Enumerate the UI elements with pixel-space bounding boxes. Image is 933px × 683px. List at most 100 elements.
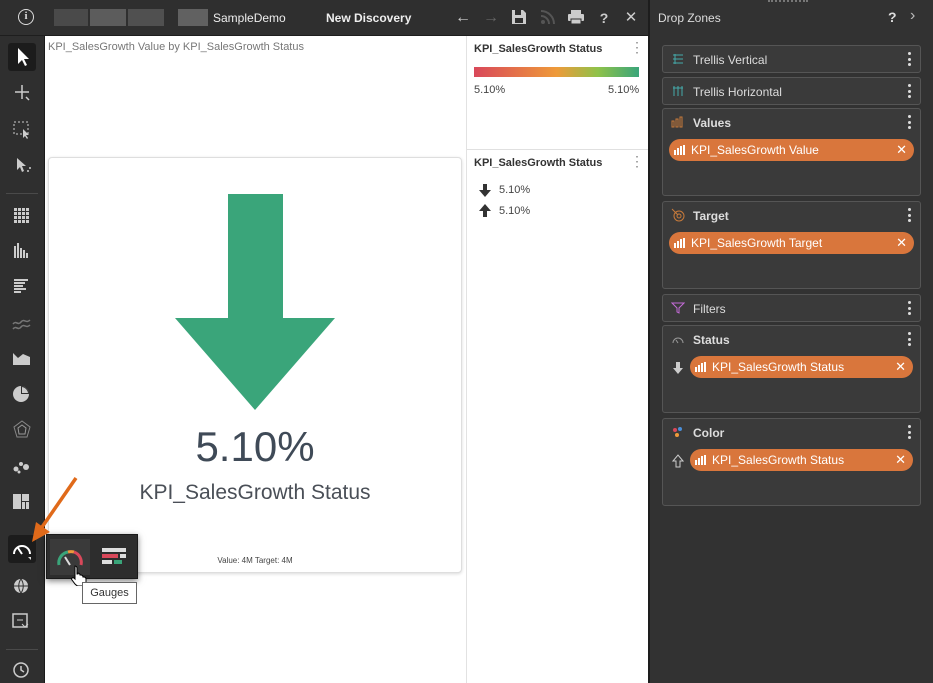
drop-zones-title: Drop Zones [658, 11, 721, 25]
drop-zone-target[interactable]: Target KPI_SalesGrowth Target ✕ [662, 201, 921, 289]
zone-label: Target [693, 209, 729, 223]
annotation-arrow [32, 477, 78, 542]
discovery-toolbar: i SampleDemo New Discovery ← → ? ✕ [0, 0, 648, 36]
discovery-title[interactable]: New Discovery [326, 11, 411, 25]
zone-label: Values [693, 116, 732, 130]
map-chart-icon[interactable] [8, 572, 36, 600]
filter-icon [671, 302, 685, 314]
zone-label: Trellis Vertical [693, 53, 768, 67]
column-chart-icon[interactable] [8, 237, 36, 265]
status-item-label: 5.10% [499, 184, 531, 196]
arrow-down-icon [673, 362, 683, 374]
zone-menu-icon[interactable] [908, 52, 912, 68]
kpi-value: 5.10% [195, 423, 315, 470]
info-icon[interactable]: i [18, 9, 34, 25]
pointer-tool-icon[interactable] [8, 43, 36, 71]
drop-zone-color[interactable]: Color KPI_SalesGrowth Status ✕ [662, 418, 921, 506]
chip-label: KPI_SalesGrowth Status [712, 360, 845, 374]
toolbar-divider [6, 193, 38, 194]
zone-label: Status [693, 333, 730, 347]
pointer-select-icon[interactable] [8, 151, 36, 179]
resize-grip[interactable] [768, 0, 808, 2]
legend-panel: KPI_SalesGrowth Status ⋮ 5.10% 5.10% KPI… [466, 36, 649, 683]
close-icon[interactable]: ✕ [621, 8, 641, 28]
drop-zone-values[interactable]: Values KPI_SalesGrowth Value ✕ [662, 108, 921, 196]
zone-label: Trellis Horizontal [693, 85, 782, 99]
drop-zones-panel: Drop Zones ? › Trellis Vertical Trellis … [648, 0, 933, 683]
select-region-icon[interactable] [8, 115, 36, 143]
chip-label: KPI_SalesGrowth Target [691, 236, 823, 250]
zone-menu-icon[interactable] [908, 332, 912, 348]
status-legend-title: KPI_SalesGrowth Status [474, 157, 603, 169]
collapse-chevron-icon[interactable]: › [910, 7, 915, 25]
gradient-min: 5.10% [474, 84, 506, 96]
measure-icon [674, 145, 685, 155]
drop-zone-trellis-vertical[interactable]: Trellis Vertical [662, 45, 921, 73]
redacted-block [90, 9, 126, 26]
bar-chart-icon[interactable] [8, 273, 36, 301]
values-icon [671, 116, 683, 128]
back-arrow-icon[interactable]: ← [453, 8, 473, 28]
save-icon[interactable] [509, 8, 529, 28]
target-icon [671, 208, 685, 222]
settings-icon[interactable] [8, 656, 36, 683]
forward-arrow-icon[interactable]: → [481, 8, 501, 28]
zone-menu-icon[interactable] [908, 115, 912, 131]
field-chip[interactable]: KPI_SalesGrowth Status ✕ [690, 356, 913, 378]
drop-zone-status[interactable]: Status KPI_SalesGrowth Status ✕ [662, 325, 921, 413]
field-chip[interactable]: KPI_SalesGrowth Value ✕ [669, 139, 914, 161]
help-icon[interactable]: ? [888, 9, 897, 25]
line-chart-icon[interactable] [8, 309, 36, 337]
remove-chip-icon[interactable]: ✕ [896, 232, 907, 254]
trellis-vertical-icon [673, 54, 683, 64]
measure-icon [695, 362, 706, 372]
arrow-down-icon [479, 184, 491, 197]
app-name: SampleDemo [213, 11, 286, 25]
redacted-block [128, 9, 164, 26]
legend-menu-icon[interactable]: ⋮ [630, 154, 644, 168]
remove-chip-icon[interactable]: ✕ [895, 449, 906, 471]
kpi-card[interactable]: 5.10% KPI_SalesGrowth Status Value: 4M T… [48, 157, 462, 573]
color-palette-icon [673, 427, 682, 437]
gauges-tooltip: Gauges [82, 582, 137, 604]
pie-chart-icon[interactable] [8, 380, 36, 408]
chip-label: KPI_SalesGrowth Status [712, 453, 845, 467]
chart-toolbar [0, 36, 45, 683]
legend-menu-icon[interactable]: ⋮ [630, 40, 644, 54]
toolbar-divider [6, 649, 38, 650]
zone-menu-icon[interactable] [908, 301, 912, 317]
move-tool-icon[interactable] [8, 78, 36, 106]
color-legend-title: KPI_SalesGrowth Status [474, 43, 603, 55]
chip-label: KPI_SalesGrowth Value [691, 143, 819, 157]
legend-divider [467, 149, 649, 150]
remove-chip-icon[interactable]: ✕ [895, 356, 906, 378]
status-item-label: 5.10% [499, 205, 531, 217]
status-down-arrow-icon [175, 194, 335, 410]
help-icon[interactable]: ? [594, 8, 614, 28]
measure-icon [674, 238, 685, 248]
grid-chart-icon[interactable] [8, 202, 36, 230]
custom-chart-icon[interactable] [8, 608, 36, 636]
color-gradient-bar [474, 67, 639, 77]
zone-menu-icon[interactable] [908, 84, 912, 100]
arrow-up-outline-icon [672, 454, 684, 468]
field-chip[interactable]: KPI_SalesGrowth Status ✕ [690, 449, 913, 471]
remove-chip-icon[interactable]: ✕ [896, 139, 907, 161]
redacted-block [54, 9, 88, 26]
drop-zone-filters[interactable]: Filters [662, 294, 921, 322]
zone-label: Color [693, 426, 725, 440]
rss-icon[interactable] [538, 8, 558, 28]
bullet-gauge-option-icon[interactable] [94, 539, 134, 575]
status-gauge-icon [672, 337, 684, 344]
print-icon[interactable] [566, 8, 586, 28]
measure-icon [695, 455, 706, 465]
area-chart-icon[interactable] [8, 344, 36, 372]
redacted-block [178, 9, 208, 26]
radar-chart-icon[interactable] [8, 416, 36, 444]
kpi-label: KPI_SalesGrowth Status [139, 481, 371, 504]
arrow-up-icon [479, 204, 491, 217]
zone-menu-icon[interactable] [908, 425, 912, 441]
field-chip[interactable]: KPI_SalesGrowth Target ✕ [669, 232, 914, 254]
drop-zone-trellis-horizontal[interactable]: Trellis Horizontal [662, 77, 921, 105]
zone-menu-icon[interactable] [908, 208, 912, 224]
